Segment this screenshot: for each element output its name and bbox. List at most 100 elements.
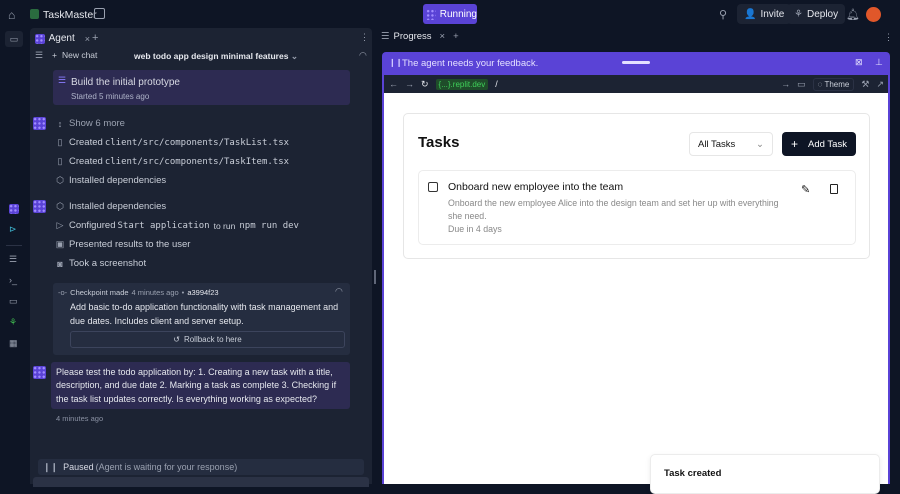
package-icon: ⬡ (56, 201, 64, 211)
preview-icon[interactable]: ▭ (9, 296, 18, 307)
checkpoint-message: Add basic to-do application functionalit… (70, 302, 339, 326)
activity-item: ▯ Created client/src/components/TaskList.… (55, 137, 290, 148)
activity-item[interactable]: ↕ Show 6 more (55, 118, 125, 129)
add-tab-icon[interactable]: + (453, 31, 459, 42)
url-path[interactable]: / (495, 79, 774, 89)
feedback-banner: The agent needs your feedback. (402, 58, 539, 69)
add-task-button[interactable]: + Add Task (782, 132, 856, 156)
new-chat-button[interactable]: + New chat (52, 50, 97, 60)
search-icon[interactable]: ⚲ (719, 8, 727, 21)
agent-icon[interactable] (9, 204, 19, 214)
deployments-icon[interactable]: ⚘ (9, 317, 17, 328)
undo-icon: ↺ (173, 335, 180, 344)
pause-icon[interactable]: ❙❙ (389, 58, 402, 67)
user-plus-icon: 👤 (744, 8, 757, 20)
rollback-button[interactable]: ↺ Rollback to here (70, 331, 345, 348)
plus-icon: + (791, 137, 799, 151)
package-icon: ⬡ (56, 175, 64, 185)
task-checkbox[interactable] (428, 182, 438, 192)
run-button[interactable]: Running (423, 4, 477, 24)
progress-icon[interactable]: ☰ (9, 254, 17, 265)
panel-resize-handle[interactable] (374, 270, 376, 284)
progress-title: Build the initial prototype (71, 77, 180, 88)
gauge-icon[interactable]: ◠ (359, 50, 367, 61)
agent-logo-icon (35, 33, 45, 44)
activity-item: ⬡ Installed dependencies (56, 175, 167, 186)
activity-item: ▯ Created client/src/components/TaskItem.… (55, 156, 290, 167)
agent-message: Please test the todo application by: 1. … (51, 362, 350, 409)
chevron-down-icon: ⌄ (756, 138, 764, 150)
file-icon: ▯ (57, 156, 63, 166)
agent-avatar (33, 200, 46, 213)
task-description: Onboard the new employee Alice into the … (448, 198, 779, 221)
agent-tab[interactable]: Agent × (32, 30, 90, 47)
devices-icon[interactable]: ▭ (797, 79, 806, 90)
activity-item: ▷ Configured Start application to run npm… (56, 220, 299, 231)
task-title: Onboard new employee into the team (448, 181, 624, 193)
edit-icon[interactable]: ✎ (801, 183, 810, 196)
rail-divider (6, 245, 22, 246)
avatar[interactable] (866, 7, 881, 22)
app-name[interactable]: TaskMaster (43, 9, 97, 21)
agent-avatar (33, 366, 46, 379)
invite-button[interactable]: 👤 Invite (737, 4, 792, 24)
close-icon[interactable]: × (85, 34, 90, 44)
forward-icon[interactable]: → (405, 79, 414, 89)
checkpoint-card: -o- Checkpoint made 4 minutes ago • a399… (53, 283, 350, 355)
theme-button[interactable]: ◌ Theme (812, 77, 855, 91)
trash-icon[interactable] (830, 184, 838, 194)
more-icon[interactable]: ⋮ (884, 32, 893, 43)
expand-icon: ↕ (57, 118, 63, 129)
back-icon[interactable]: ← (389, 79, 398, 89)
chat-input[interactable] (33, 477, 369, 487)
message-time: 4 minutes ago (56, 414, 104, 423)
screenshot-icon[interactable]: ⊠ (855, 57, 863, 68)
go-icon[interactable]: → (781, 79, 790, 89)
toast-title: Task created (664, 468, 722, 479)
deploy-button[interactable]: ⚘ Deploy (787, 4, 846, 24)
progress-subtitle: Started 5 minutes ago (71, 92, 150, 101)
apps-icon[interactable]: ▦ (9, 338, 18, 349)
chevron-down-icon: ⌄ (290, 51, 298, 61)
toast: Task created (650, 454, 880, 494)
add-tab-icon[interactable]: + (92, 32, 98, 44)
drag-handle[interactable] (622, 61, 650, 64)
progress-icon: ☰ (381, 31, 390, 42)
present-icon: ▣ (55, 239, 65, 249)
filter-select[interactable]: All Tasks ⌄ (689, 132, 773, 156)
reload-icon[interactable]: ↻ (421, 79, 429, 90)
page-title: Tasks (418, 134, 460, 151)
camera-icon: ◙ (57, 258, 63, 269)
agent-logo-icon (426, 8, 436, 20)
progress-card[interactable]: ☰ Build the initial prototype Started 5 … (53, 70, 350, 105)
external-link-icon[interactable]: ↗ (876, 79, 884, 90)
progress-tab[interactable]: ☰ Progress × + (381, 31, 459, 42)
deploy-icon: ⚘ (794, 8, 803, 20)
pause-icon: ❙❙ (43, 461, 59, 472)
app-icon (30, 9, 39, 19)
menu-icon[interactable]: ☰ (35, 50, 43, 61)
play-icon: ▷ (56, 220, 64, 230)
shell-icon[interactable]: ›_ (9, 275, 17, 285)
activity-item: ▣ Presented results to the user (55, 239, 191, 250)
activity-item: ⬡ Installed dependencies (56, 201, 167, 212)
devtools-icon[interactable]: ⚒ (861, 79, 869, 90)
task-item: Onboard new employee into the team Onboa… (418, 170, 856, 245)
chat-title-dropdown[interactable]: web todo app design minimal features ⌄ (134, 51, 298, 62)
pin-icon[interactable]: ⊥ (875, 57, 883, 68)
url-bar: ← → ↻ {...}.replit.dev / → ▭ ◌ Theme ⚒ ↗ (384, 75, 888, 93)
url-domain[interactable]: {...}.replit.dev (435, 78, 489, 90)
left-rail: ▭ ⊳ ☰ ›_ ▭ ⚘ ▦ (0, 28, 28, 484)
git-icon[interactable]: ⊳ (9, 224, 17, 235)
activity-item: ◙ Took a screenshot (55, 258, 146, 269)
agent-avatar (33, 117, 46, 130)
more-icon[interactable]: ⋮ (360, 32, 369, 43)
home-icon[interactable]: ⌂ (8, 8, 15, 22)
progress-list-icon: ☰ (58, 75, 67, 85)
bell-icon[interactable]: 🔔︎ (846, 8, 860, 21)
gauge-icon[interactable]: ◠ (335, 286, 343, 297)
close-icon[interactable]: × (440, 31, 446, 42)
file-icon: ▯ (57, 137, 63, 147)
layout-icon[interactable] (94, 8, 105, 19)
files-icon[interactable]: ▭ (5, 31, 23, 47)
